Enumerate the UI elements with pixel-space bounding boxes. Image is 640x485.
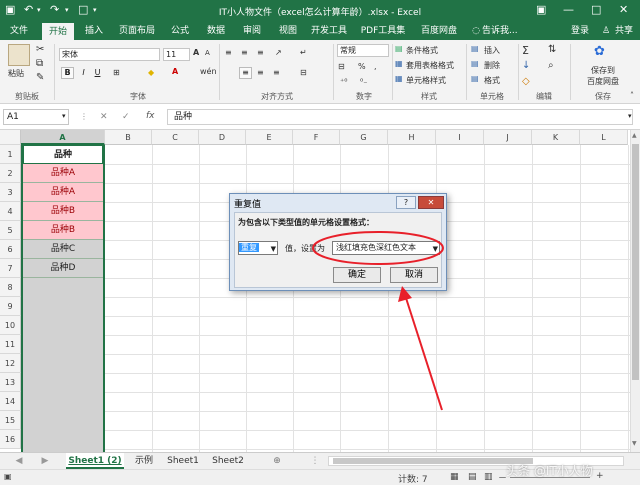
annotation-overlay bbox=[312, 231, 444, 411]
annotation-ellipse bbox=[312, 231, 444, 265]
annotation-arrow-head bbox=[398, 286, 412, 302]
annotation-arrow-line bbox=[405, 297, 443, 411]
